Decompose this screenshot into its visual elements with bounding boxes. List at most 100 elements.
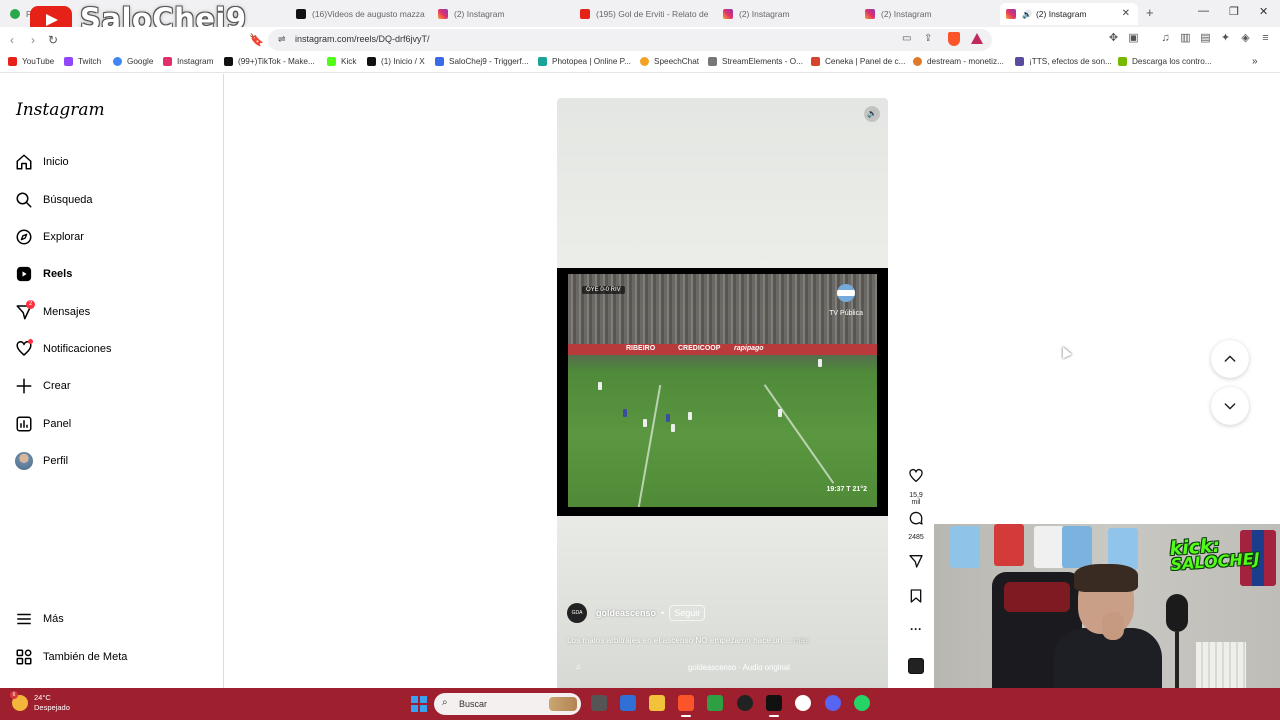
app-icon[interactable]	[707, 695, 723, 711]
task-view-icon[interactable]	[591, 695, 607, 711]
bookmark-item[interactable]: destream - monetiz...	[913, 57, 1004, 66]
site-settings-icon[interactable]: ⇌	[278, 34, 286, 45]
tab-label: (16)Videos de augusto mazza	[312, 9, 425, 19]
bookmark-item[interactable]: (1) Inicio / X	[367, 57, 425, 66]
sidebar-item-label: Perfil	[43, 455, 69, 467]
bookmark-item[interactable]: SaloChej9 - Triggerf...	[435, 57, 529, 66]
browser-tab-active[interactable]: 🔊 (2) Instagram ✕	[1000, 3, 1138, 25]
browser-tab[interactable]: (16)Videos de augusto mazza	[290, 3, 428, 25]
browser-tab[interactable]: (2) Instagram	[717, 3, 855, 25]
menu-icon[interactable]: ≡	[1259, 32, 1272, 45]
bookmark-icon[interactable]: 🔖	[249, 33, 264, 47]
new-tab-button[interactable]: +	[1146, 5, 1154, 20]
instagram-sidebar: Instagram Inicio Búsqueda Explorar Reels…	[0, 74, 224, 688]
back-icon[interactable]: ‹	[10, 33, 14, 47]
bookmark-item[interactable]: Google	[113, 57, 153, 66]
weather-widget[interactable]: 6 24°C Despejado	[10, 691, 70, 713]
bookmark-item[interactable]: Twitch	[64, 57, 101, 66]
sidebar-icon[interactable]: ▥	[1179, 32, 1192, 45]
bookmark-item[interactable]: Instagram	[163, 57, 213, 66]
close-tab-icon[interactable]: ✕	[1122, 8, 1130, 19]
bookmark-item[interactable]: SpeechChat	[640, 57, 699, 66]
instagram-icon	[163, 57, 172, 66]
bookmark-label: Instagram	[177, 57, 214, 66]
sidebar-item-mensajes[interactable]: 2 Mensajes	[15, 297, 205, 327]
bookmark-item[interactable]: (99+)TikTok - Make...	[224, 57, 315, 66]
bookmark-item[interactable]: Photopea | Online P...	[538, 57, 631, 66]
comment-count: 2485	[908, 534, 924, 541]
whatsapp-icon[interactable]	[854, 695, 870, 711]
bookmark-item[interactable]: Ceneka | Panel de c...	[811, 57, 905, 66]
leo-ai-icon[interactable]: ✦	[1219, 32, 1232, 45]
screenshot-icon[interactable]: ▭	[902, 33, 911, 44]
previous-reel-button[interactable]	[1211, 340, 1249, 378]
like-count: 15,9 mil	[909, 492, 923, 506]
brave-browser-icon[interactable]	[678, 695, 694, 717]
more-bookmarks-button[interactable]: »	[1252, 56, 1258, 67]
bookmark-item[interactable]: Kick	[327, 57, 356, 66]
sidebar-item-explorar[interactable]: Explorar	[15, 222, 205, 252]
next-reel-button[interactable]	[1211, 387, 1249, 425]
browser-tab[interactable]: (2) Instagram	[432, 3, 570, 25]
address-bar[interactable]: ⇌ instagram.com/reels/DQ-drf6jvyT/ ▭ ⇪	[268, 29, 992, 51]
sidebar-item-busqueda[interactable]: Búsqueda	[15, 185, 205, 215]
like-action[interactable]: 15,9 mil	[904, 468, 928, 506]
bookmark-item[interactable]: YouTube	[8, 57, 54, 66]
volume-icon[interactable]: 🔊	[864, 106, 880, 122]
forward-icon[interactable]: ›	[31, 33, 35, 47]
brave-rewards-icon[interactable]	[971, 33, 983, 44]
wallet-icon[interactable]: ▣	[1127, 32, 1140, 45]
sidebar-item-crear[interactable]: Crear	[15, 371, 205, 401]
sidebar-item-mas[interactable]: Más	[15, 604, 205, 634]
sidebar-item-notificaciones[interactable]: Notificaciones	[15, 334, 205, 364]
file-explorer-icon[interactable]	[649, 695, 665, 711]
chrome-like-icon[interactable]	[795, 695, 811, 711]
share-icon[interactable]: ⇪	[924, 33, 932, 44]
bookmark-label: (1) Inicio / X	[381, 57, 425, 66]
sidebar-item-reels[interactable]: Reels	[15, 259, 205, 289]
more-options-icon[interactable]: ···	[904, 622, 928, 636]
share-action[interactable]	[904, 553, 928, 574]
weather-desc: Despejado	[34, 703, 70, 712]
browser-tab[interactable]: (195) Gol de Erviti - Relato de	[574, 3, 708, 25]
store-icon[interactable]	[620, 695, 636, 711]
minimize-icon[interactable]: —	[1198, 5, 1209, 17]
tiktok-live-icon[interactable]	[766, 695, 782, 717]
author-avatar[interactable]: GDA	[567, 603, 587, 623]
reel-player[interactable]: 🔊 RIBEIRO CREDICOOP rapipago OYE 0-0 RIV…	[557, 98, 888, 688]
comment-action[interactable]: 2485	[904, 510, 928, 541]
player-figure	[778, 409, 782, 417]
taskbar-search[interactable]: ⌕ Buscar	[434, 693, 581, 715]
bookmark-item[interactable]: Descarga los contro...	[1118, 57, 1212, 66]
close-window-icon[interactable]: ✕	[1259, 5, 1268, 18]
extensions-icon[interactable]: ✥	[1107, 32, 1120, 45]
audio-thumbnail-icon[interactable]	[908, 658, 924, 674]
bookmark-item[interactable]: StreamElements - O...	[708, 57, 803, 66]
media-icon[interactable]: ♫	[1159, 32, 1172, 45]
obs-icon[interactable]	[737, 695, 753, 711]
sidebar-item-perfil[interactable]: Perfil	[15, 446, 205, 476]
brave-shields-icon[interactable]	[948, 32, 960, 46]
bookmark-item[interactable]: ¡TTS, efectos de son...	[1015, 57, 1112, 66]
caption-more-link[interactable]: más	[794, 636, 809, 645]
reload-icon[interactable]: ↻	[48, 33, 58, 47]
reel-caption[interactable]: Los malos arbitrajes en el ascenso NO em…	[567, 636, 809, 645]
author-username[interactable]: goldeascenso	[596, 608, 656, 618]
sidebar-item-inicio[interactable]: Inicio	[15, 147, 205, 177]
sidebar-item-meta[interactable]: También de Meta	[15, 642, 205, 672]
discord-icon[interactable]	[825, 695, 841, 711]
player-figure	[671, 424, 675, 432]
chevron-down-icon	[1224, 403, 1236, 410]
sidebar-item-panel[interactable]: Panel	[15, 409, 205, 439]
wallet-card-icon[interactable]: ▤	[1199, 32, 1212, 45]
reel-video[interactable]: RIBEIRO CREDICOOP rapipago OYE 0-0 RIV T…	[557, 268, 888, 516]
vpn-icon[interactable]: ◈	[1239, 32, 1252, 45]
maximize-icon[interactable]: ❐	[1229, 5, 1239, 18]
instagram-logo[interactable]: Instagram	[16, 100, 105, 120]
browser-tab[interactable]: (2) Instagram	[859, 3, 997, 25]
save-action[interactable]	[904, 588, 928, 609]
heart-icon	[909, 468, 923, 482]
bookmark-label: Google	[127, 57, 154, 66]
follow-button[interactable]: Seguir	[669, 605, 706, 621]
windows-start-icon[interactable]	[411, 696, 427, 712]
